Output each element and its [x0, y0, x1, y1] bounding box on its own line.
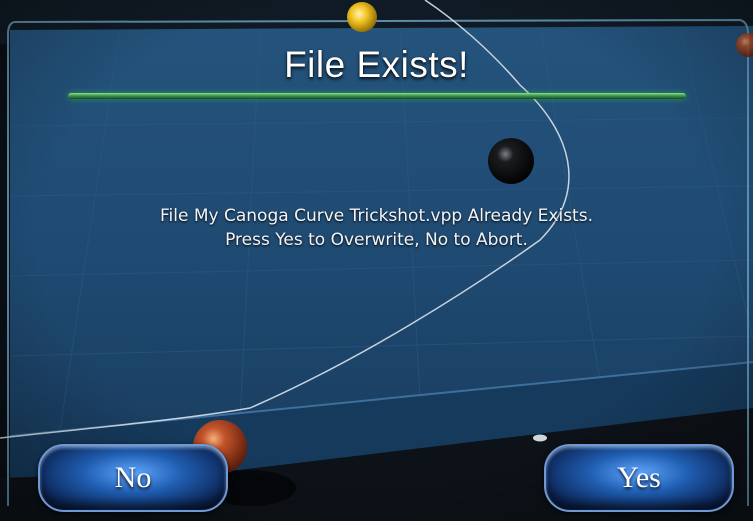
message-line-2: Press Yes to Overwrite, No to Abort. — [225, 230, 528, 250]
dialog-title: File Exists! — [284, 44, 469, 85]
message-line-1: File My Canoga Curve Trickshot.vpp Alrea… — [160, 206, 593, 226]
no-button[interactable]: No — [38, 444, 228, 512]
title-underline-bar — [68, 93, 686, 99]
dialog-message: File My Canoga Curve Trickshot.vpp Alrea… — [0, 204, 753, 252]
game-scene: File Exists! File My Canoga Curve Tricks… — [0, 0, 753, 521]
yes-button[interactable]: Yes — [544, 444, 734, 512]
